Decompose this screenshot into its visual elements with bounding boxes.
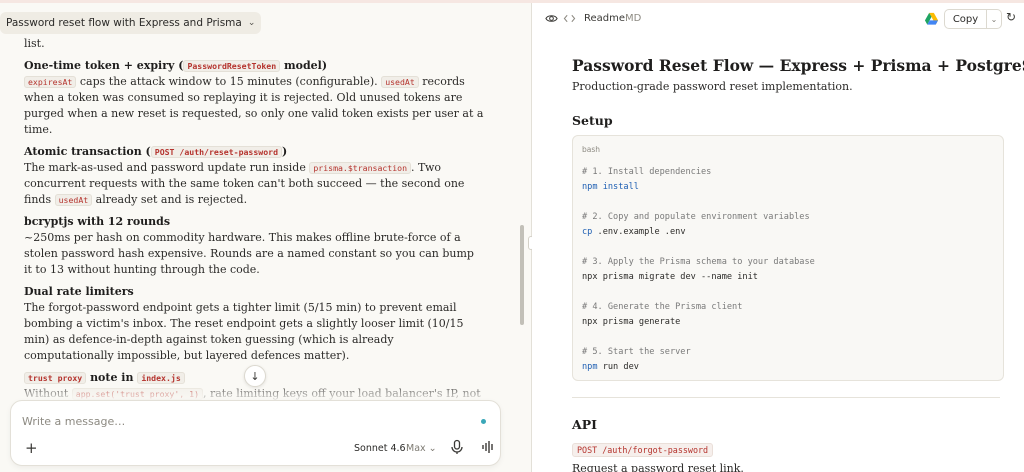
artifact-pane: Readme MD Copy ⌄ ↻ Password Reset Flow —… bbox=[532, 3, 1024, 472]
conversation-title: Password reset flow with Express and Pri… bbox=[6, 17, 242, 29]
heading-text: One-time token + expiry ( bbox=[24, 59, 184, 72]
section-heading: One-time token + expiry (PasswordResetTo… bbox=[24, 58, 484, 74]
model-selector[interactable]: Sonnet 4.6 bbox=[354, 443, 406, 454]
inline-code: prisma.$transaction bbox=[309, 162, 412, 174]
effort-label: Max bbox=[406, 443, 426, 454]
effort-selector[interactable]: Max ⌄ bbox=[406, 443, 437, 454]
inline-code: POST /auth/reset-password bbox=[150, 146, 282, 158]
readme-subtitle: Production-grade password reset implemen… bbox=[572, 80, 853, 93]
code-comment: # 4. Generate the Prisma client bbox=[582, 302, 743, 312]
message-fragment: list. bbox=[24, 37, 45, 50]
section-divider bbox=[572, 397, 1000, 398]
code-comment: # 3. Apply the Prisma schema to your dat… bbox=[582, 257, 815, 267]
code-comment: # 1. Install dependencies bbox=[582, 167, 712, 177]
body-text: already set and is rejected. bbox=[92, 193, 248, 206]
inline-code: PasswordResetToken bbox=[183, 60, 281, 72]
heading-text: model) bbox=[280, 59, 328, 72]
code-text: npx prisma migrate dev --name init bbox=[582, 272, 758, 282]
message-section: One-time token + expiry (PasswordResetTo… bbox=[24, 58, 484, 138]
scroll-to-bottom-button[interactable]: ↓ bbox=[244, 365, 266, 387]
code-command: cp bbox=[582, 227, 593, 237]
code-command: npm bbox=[582, 362, 598, 372]
code-comment: # 5. Start the server bbox=[582, 347, 691, 357]
section-heading: Atomic transaction (POST /auth/reset-pas… bbox=[24, 144, 484, 160]
copy-button[interactable]: Copy bbox=[945, 10, 986, 28]
heading-text: Dual rate limiters bbox=[24, 285, 134, 298]
voice-mode-icon[interactable] bbox=[481, 440, 495, 454]
code-line: npm install bbox=[582, 180, 815, 195]
copy-button-group: Copy ⌄ bbox=[944, 9, 1002, 29]
artifact-file-name: Readme bbox=[584, 13, 626, 24]
section-body: The forgot-password endpoint gets a tigh… bbox=[24, 300, 484, 364]
code-command: install bbox=[597, 182, 639, 192]
body-text: The forgot-password endpoint gets a tigh… bbox=[24, 301, 464, 362]
heading-text: ) bbox=[282, 145, 288, 158]
code-line: # 3. Apply the Prisma schema to your dat… bbox=[582, 255, 815, 270]
code-line: npm run dev bbox=[582, 360, 815, 375]
code-comment: # 2. Copy and populate environment varia… bbox=[582, 212, 810, 222]
code-text: .env.example .env bbox=[592, 227, 686, 237]
message-input[interactable]: Write a message… bbox=[22, 415, 125, 428]
chevron-down-icon: ⌄ bbox=[990, 14, 998, 24]
add-attachment-button[interactable]: + bbox=[25, 439, 38, 457]
message-section: bcryptjs with 12 rounds ~250ms per hash o… bbox=[24, 214, 484, 278]
code-text: run dev bbox=[597, 362, 639, 372]
artifact-file-type: MD bbox=[625, 13, 642, 24]
inline-code: expiresAt bbox=[24, 76, 77, 88]
code-view-icon[interactable] bbox=[563, 12, 576, 25]
endpoint-description: Request a password reset link. bbox=[572, 462, 744, 472]
chevron-down-icon: ⌄ bbox=[247, 18, 256, 28]
section-body: The mark-as-used and password update run… bbox=[24, 160, 484, 208]
body-text: The mark-as-used and password update run… bbox=[24, 161, 310, 174]
endpoint-badge: POST /auth/forgot-password bbox=[572, 443, 714, 457]
message-section: Atomic transaction (POST /auth/reset-pas… bbox=[24, 144, 484, 208]
code-command: npm bbox=[582, 182, 598, 192]
body-text: caps the attack window to 15 minutes (co… bbox=[76, 75, 382, 88]
heading-text: bcryptjs with 12 rounds bbox=[24, 215, 171, 228]
code-line: # 1. Install dependencies bbox=[582, 165, 815, 180]
conversation-title-button[interactable]: Password reset flow with Express and Pri… bbox=[0, 12, 262, 34]
artifact-header: Readme MD Copy ⌄ ↻ bbox=[532, 3, 1024, 33]
inline-code: usedAt bbox=[54, 194, 93, 206]
code-line: # 2. Copy and populate environment varia… bbox=[582, 210, 815, 225]
readme-title: Password Reset Flow — Express + Prisma +… bbox=[572, 56, 1024, 75]
arrow-down-icon: ↓ bbox=[250, 369, 260, 383]
api-heading: API bbox=[572, 417, 597, 432]
code-line: npx prisma generate bbox=[582, 315, 815, 330]
code-line: cp .env.example .env bbox=[582, 225, 815, 240]
chat-scrollbar[interactable] bbox=[520, 225, 524, 325]
section-body: expiresAt caps the attack window to 15 m… bbox=[24, 74, 484, 138]
code-language-label: bash bbox=[582, 145, 601, 154]
message-section: Dual rate limiters The forgot-password en… bbox=[24, 284, 484, 364]
copy-options-dropdown[interactable]: ⌄ bbox=[986, 10, 1001, 28]
section-heading: Dual rate limiters bbox=[24, 284, 484, 300]
section-body: ~250ms per hash on commodity hardware. T… bbox=[24, 230, 484, 278]
code-line: npx prisma migrate dev --name init bbox=[582, 270, 815, 285]
microphone-icon[interactable] bbox=[449, 439, 465, 455]
google-drive-icon[interactable] bbox=[924, 11, 939, 26]
code-block[interactable]: bash # 1. Install dependencies npm instal… bbox=[572, 135, 1004, 381]
setup-heading: Setup bbox=[572, 113, 613, 128]
chat-pane: Password reset flow with Express and Pri… bbox=[0, 3, 531, 472]
section-heading: bcryptjs with 12 rounds bbox=[24, 214, 484, 230]
message-composer[interactable]: Write a message… + Sonnet 4.6 Max ⌄ bbox=[10, 400, 501, 466]
code-line: # 5. Start the server bbox=[582, 345, 815, 360]
status-dot-icon bbox=[481, 419, 486, 424]
code-lines: # 1. Install dependencies npm install # 2… bbox=[582, 165, 815, 375]
code-line: # 4. Generate the Prisma client bbox=[582, 300, 815, 315]
refresh-icon[interactable]: ↻ bbox=[1006, 10, 1016, 24]
preview-eye-icon[interactable] bbox=[545, 12, 558, 25]
heading-text: Atomic transaction ( bbox=[24, 145, 151, 158]
inline-code: usedAt bbox=[381, 76, 419, 88]
body-text: ~250ms per hash on commodity hardware. T… bbox=[24, 231, 474, 276]
code-text: npx prisma generate bbox=[582, 317, 681, 327]
